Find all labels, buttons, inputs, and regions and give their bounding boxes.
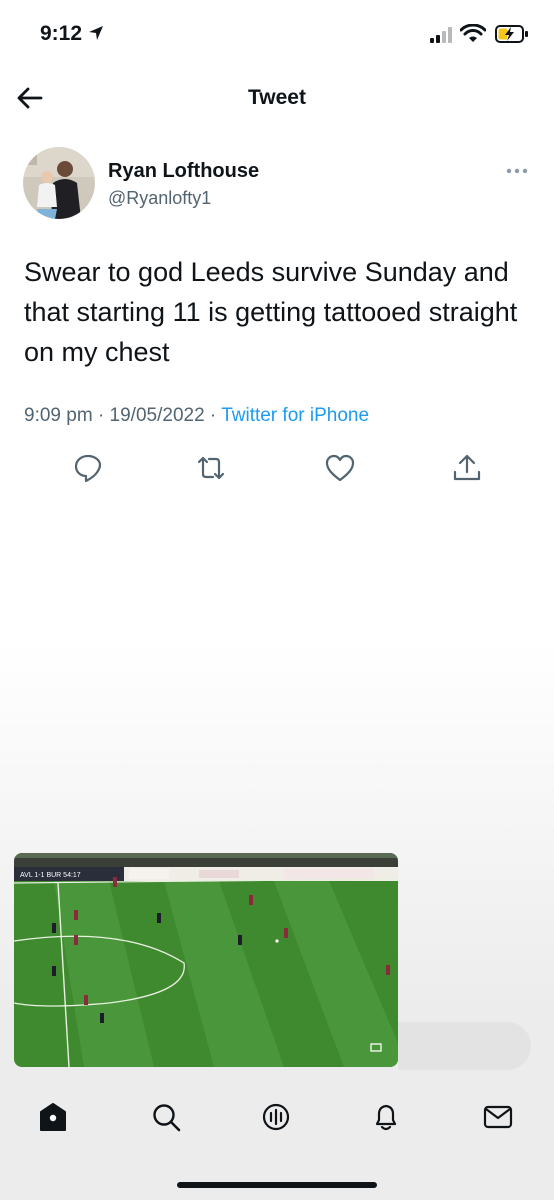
scoreboard-text: AVL 1-1 BUR 54:17	[20, 872, 81, 879]
home-icon[interactable]	[36, 1100, 70, 1134]
more-dots-icon[interactable]	[500, 160, 534, 182]
author-name[interactable]: Ryan Lofthouse	[108, 160, 259, 183]
search-icon[interactable]	[149, 1100, 183, 1134]
reply-icon[interactable]	[72, 452, 104, 484]
page-title: Tweet	[248, 86, 306, 109]
retweet-icon[interactable]	[195, 452, 227, 484]
spaces-icon[interactable]	[259, 1100, 293, 1134]
nav-header: Tweet	[0, 64, 554, 134]
location-arrow-icon	[89, 26, 103, 40]
messages-icon[interactable]	[481, 1100, 515, 1134]
tweet-time: 9:09 pm	[24, 405, 93, 426]
tweet-text: Swear to god Leeds survive Sunday and th…	[24, 257, 518, 367]
avatar[interactable]	[23, 147, 95, 219]
tweet-date: 19/05/2022	[109, 405, 205, 426]
cellular-signal-icon	[430, 27, 452, 43]
status-bar: 9:12	[0, 0, 554, 64]
author-handle[interactable]: @Ryanlofty1	[108, 188, 211, 209]
share-icon[interactable]	[451, 452, 483, 484]
notifications-icon[interactable]	[369, 1100, 403, 1134]
video-player-pip[interactable]: AVL 1-1 BUR 54:17	[14, 853, 398, 1067]
home-indicator[interactable]	[177, 1182, 377, 1188]
reply-input-bar[interactable]	[398, 1022, 531, 1070]
tweet-meta: 9:09 pm · 19/05/2022 · Twitter for iPhon…	[24, 405, 369, 427]
tweet-source-link[interactable]: Twitter for iPhone	[221, 405, 369, 426]
like-heart-icon[interactable]	[324, 452, 356, 484]
status-time: 9:12	[40, 22, 83, 45]
battery-charging-icon	[495, 25, 528, 43]
meta-separator: ·	[209, 405, 217, 426]
wifi-icon	[460, 24, 486, 42]
meta-separator: ·	[97, 405, 105, 426]
